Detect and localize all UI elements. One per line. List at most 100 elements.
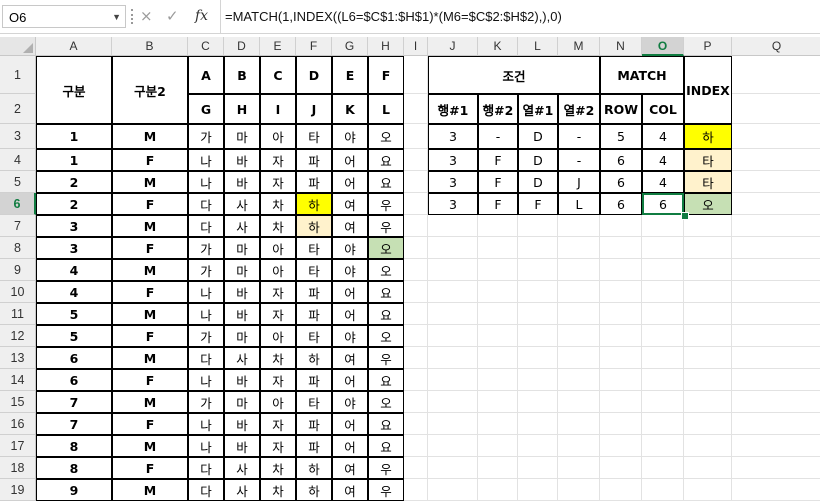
column-header-g[interactable]: G [332, 37, 368, 56]
table-cell[interactable]: 바 [224, 149, 260, 171]
header-cell[interactable]: J [296, 94, 332, 124]
row-header-4[interactable]: 4 [0, 149, 36, 171]
table-cell[interactable]: 자 [260, 369, 296, 391]
table-cell[interactable]: 타 [296, 124, 332, 149]
table-cell[interactable]: 3 [428, 171, 478, 193]
table-cell[interactable]: 하 [296, 193, 332, 215]
column-header-e[interactable]: E [260, 37, 296, 56]
table-cell[interactable]: 마 [224, 391, 260, 413]
table-cell[interactable]: 1 [36, 149, 112, 171]
table-cell[interactable]: 우 [368, 457, 404, 479]
column-header-n[interactable]: N [600, 37, 642, 56]
table-cell[interactable]: 타 [296, 391, 332, 413]
table-cell[interactable]: 오 [368, 259, 404, 281]
table-cell[interactable]: 타 [684, 171, 732, 193]
table-cell[interactable]: 사 [224, 479, 260, 501]
table-cell[interactable]: 마 [224, 259, 260, 281]
column-header-d[interactable]: D [224, 37, 260, 56]
header-cell[interactable]: G [188, 94, 224, 124]
table-cell[interactable]: 나 [188, 303, 224, 325]
table-cell[interactable]: M [112, 391, 188, 413]
row-header-8[interactable]: 8 [0, 237, 36, 259]
table-cell[interactable]: 나 [188, 435, 224, 457]
table-cell[interactable]: 가 [188, 259, 224, 281]
table-cell[interactable]: 다 [188, 193, 224, 215]
table-cell[interactable]: 어 [332, 435, 368, 457]
table-cell[interactable]: 야 [332, 325, 368, 347]
table-cell[interactable]: F [112, 281, 188, 303]
chevron-down-icon[interactable]: ▼ [112, 6, 121, 29]
table-cell[interactable]: 우 [368, 347, 404, 369]
table-cell[interactable]: 요 [368, 369, 404, 391]
table-cell[interactable]: 하 [296, 479, 332, 501]
row-header-19[interactable]: 19 [0, 479, 36, 501]
table-cell[interactable]: 나 [188, 281, 224, 303]
table-cell[interactable]: 사 [224, 457, 260, 479]
column-header-i[interactable]: I [404, 37, 428, 56]
header-cell[interactable]: E [332, 56, 368, 94]
header-cell[interactable]: 구분2 [112, 56, 188, 124]
table-cell[interactable]: 1 [36, 124, 112, 149]
row-header-16[interactable]: 16 [0, 413, 36, 435]
table-cell[interactable]: 어 [332, 149, 368, 171]
table-cell[interactable]: 4 [642, 124, 684, 149]
table-cell[interactable]: 5 [36, 303, 112, 325]
table-cell[interactable]: 오 [684, 193, 732, 215]
fill-handle[interactable] [681, 212, 689, 220]
header-cell[interactable]: INDEX [684, 56, 732, 124]
header-cell[interactable]: COL [642, 94, 684, 124]
table-cell[interactable]: F [112, 237, 188, 259]
table-cell[interactable]: 요 [368, 149, 404, 171]
table-cell[interactable]: 파 [296, 149, 332, 171]
table-cell[interactable]: 자 [260, 303, 296, 325]
active-cell[interactable]: 6 [642, 193, 684, 215]
row-header-13[interactable]: 13 [0, 347, 36, 369]
table-cell[interactable]: 사 [224, 193, 260, 215]
row-header-11[interactable]: 11 [0, 303, 36, 325]
row-header-18[interactable]: 18 [0, 457, 36, 479]
table-cell[interactable]: 야 [332, 237, 368, 259]
table-cell[interactable]: M [112, 479, 188, 501]
table-cell[interactable]: 자 [260, 149, 296, 171]
header-cell[interactable]: 행#1 [428, 94, 478, 124]
table-cell[interactable]: 어 [332, 369, 368, 391]
table-cell[interactable]: 여 [332, 193, 368, 215]
table-cell[interactable]: 3 [428, 149, 478, 171]
header-cell[interactable]: F [368, 56, 404, 94]
enter-icon[interactable]: ✓ [166, 5, 179, 28]
table-cell[interactable]: 6 [600, 149, 642, 171]
table-cell[interactable]: 타 [296, 325, 332, 347]
table-cell[interactable]: 타 [296, 259, 332, 281]
table-cell[interactable]: D [518, 124, 558, 149]
table-cell[interactable]: 가 [188, 325, 224, 347]
table-cell[interactable]: 마 [224, 237, 260, 259]
row-header-6[interactable]: 6 [0, 193, 36, 215]
column-header-q[interactable]: Q [732, 37, 820, 56]
table-cell[interactable]: 차 [260, 193, 296, 215]
header-cell[interactable]: 열#2 [558, 94, 600, 124]
table-cell[interactable]: 아 [260, 391, 296, 413]
drag-handle-icon[interactable] [131, 9, 136, 24]
table-cell[interactable]: 6 [36, 369, 112, 391]
table-cell[interactable]: - [558, 149, 600, 171]
column-header-o[interactable]: O [642, 37, 684, 56]
table-cell[interactable]: 4 [36, 259, 112, 281]
table-cell[interactable]: L [558, 193, 600, 215]
header-cell[interactable]: 행#2 [478, 94, 518, 124]
table-cell[interactable]: 차 [260, 457, 296, 479]
table-cell[interactable]: 나 [188, 171, 224, 193]
header-cell[interactable]: I [260, 94, 296, 124]
table-cell[interactable]: 9 [36, 479, 112, 501]
table-cell[interactable]: 6 [36, 347, 112, 369]
table-cell[interactable]: 다 [188, 347, 224, 369]
table-cell[interactable]: 차 [260, 215, 296, 237]
table-cell[interactable]: 바 [224, 303, 260, 325]
table-cell[interactable]: 나 [188, 369, 224, 391]
table-cell[interactable]: 7 [36, 391, 112, 413]
table-cell[interactable]: 아 [260, 325, 296, 347]
table-cell[interactable]: J [558, 171, 600, 193]
table-cell[interactable]: 5 [600, 124, 642, 149]
cancel-icon[interactable]: × [140, 5, 153, 28]
table-cell[interactable]: 타 [296, 237, 332, 259]
table-cell[interactable]: 어 [332, 303, 368, 325]
